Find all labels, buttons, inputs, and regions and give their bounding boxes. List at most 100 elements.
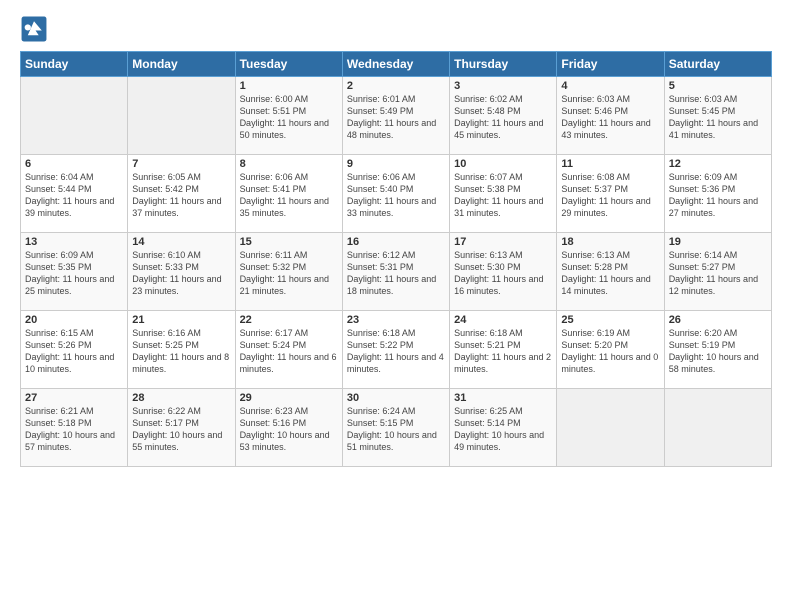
week-row-2: 6Sunrise: 6:04 AM Sunset: 5:44 PM Daylig… <box>21 155 772 233</box>
day-number: 14 <box>132 236 230 248</box>
day-number: 4 <box>561 80 659 92</box>
day-number: 2 <box>347 80 445 92</box>
weekday-header-sunday: Sunday <box>21 52 128 77</box>
day-info: Sunrise: 6:02 AM Sunset: 5:48 PM Dayligh… <box>454 93 552 142</box>
calendar-cell: 1Sunrise: 6:00 AM Sunset: 5:51 PM Daylig… <box>235 77 342 155</box>
calendar-cell: 9Sunrise: 6:06 AM Sunset: 5:40 PM Daylig… <box>342 155 449 233</box>
day-info: Sunrise: 6:12 AM Sunset: 5:31 PM Dayligh… <box>347 249 445 298</box>
day-info: Sunrise: 6:07 AM Sunset: 5:38 PM Dayligh… <box>454 171 552 220</box>
weekday-header-wednesday: Wednesday <box>342 52 449 77</box>
day-info: Sunrise: 6:18 AM Sunset: 5:21 PM Dayligh… <box>454 327 552 376</box>
day-number: 27 <box>25 392 123 404</box>
calendar-cell: 23Sunrise: 6:18 AM Sunset: 5:22 PM Dayli… <box>342 311 449 389</box>
day-number: 7 <box>132 158 230 170</box>
weekday-header-row: SundayMondayTuesdayWednesdayThursdayFrid… <box>21 52 772 77</box>
day-number: 3 <box>454 80 552 92</box>
day-info: Sunrise: 6:22 AM Sunset: 5:17 PM Dayligh… <box>132 405 230 454</box>
day-info: Sunrise: 6:13 AM Sunset: 5:28 PM Dayligh… <box>561 249 659 298</box>
calendar-cell: 17Sunrise: 6:13 AM Sunset: 5:30 PM Dayli… <box>450 233 557 311</box>
week-row-5: 27Sunrise: 6:21 AM Sunset: 5:18 PM Dayli… <box>21 389 772 467</box>
day-info: Sunrise: 6:24 AM Sunset: 5:15 PM Dayligh… <box>347 405 445 454</box>
day-info: Sunrise: 6:16 AM Sunset: 5:25 PM Dayligh… <box>132 327 230 376</box>
day-number: 16 <box>347 236 445 248</box>
day-number: 24 <box>454 314 552 326</box>
calendar-cell: 21Sunrise: 6:16 AM Sunset: 5:25 PM Dayli… <box>128 311 235 389</box>
day-number: 25 <box>561 314 659 326</box>
calendar-cell: 19Sunrise: 6:14 AM Sunset: 5:27 PM Dayli… <box>664 233 771 311</box>
calendar-cell: 8Sunrise: 6:06 AM Sunset: 5:41 PM Daylig… <box>235 155 342 233</box>
day-number: 17 <box>454 236 552 248</box>
header <box>20 15 772 43</box>
day-number: 19 <box>669 236 767 248</box>
calendar-cell: 12Sunrise: 6:09 AM Sunset: 5:36 PM Dayli… <box>664 155 771 233</box>
day-info: Sunrise: 6:15 AM Sunset: 5:26 PM Dayligh… <box>25 327 123 376</box>
day-number: 23 <box>347 314 445 326</box>
calendar-cell: 25Sunrise: 6:19 AM Sunset: 5:20 PM Dayli… <box>557 311 664 389</box>
day-info: Sunrise: 6:17 AM Sunset: 5:24 PM Dayligh… <box>240 327 338 376</box>
day-info: Sunrise: 6:25 AM Sunset: 5:14 PM Dayligh… <box>454 405 552 454</box>
day-number: 1 <box>240 80 338 92</box>
day-number: 28 <box>132 392 230 404</box>
calendar-cell: 7Sunrise: 6:05 AM Sunset: 5:42 PM Daylig… <box>128 155 235 233</box>
day-info: Sunrise: 6:04 AM Sunset: 5:44 PM Dayligh… <box>25 171 123 220</box>
calendar-cell: 20Sunrise: 6:15 AM Sunset: 5:26 PM Dayli… <box>21 311 128 389</box>
calendar-cell: 13Sunrise: 6:09 AM Sunset: 5:35 PM Dayli… <box>21 233 128 311</box>
day-number: 18 <box>561 236 659 248</box>
day-info: Sunrise: 6:14 AM Sunset: 5:27 PM Dayligh… <box>669 249 767 298</box>
day-number: 11 <box>561 158 659 170</box>
day-number: 12 <box>669 158 767 170</box>
day-info: Sunrise: 6:09 AM Sunset: 5:35 PM Dayligh… <box>25 249 123 298</box>
day-info: Sunrise: 6:21 AM Sunset: 5:18 PM Dayligh… <box>25 405 123 454</box>
calendar-cell: 27Sunrise: 6:21 AM Sunset: 5:18 PM Dayli… <box>21 389 128 467</box>
day-info: Sunrise: 6:11 AM Sunset: 5:32 PM Dayligh… <box>240 249 338 298</box>
day-info: Sunrise: 6:00 AM Sunset: 5:51 PM Dayligh… <box>240 93 338 142</box>
day-number: 31 <box>454 392 552 404</box>
day-number: 13 <box>25 236 123 248</box>
calendar-cell <box>21 77 128 155</box>
weekday-header-tuesday: Tuesday <box>235 52 342 77</box>
day-number: 29 <box>240 392 338 404</box>
day-number: 26 <box>669 314 767 326</box>
calendar-cell: 4Sunrise: 6:03 AM Sunset: 5:46 PM Daylig… <box>557 77 664 155</box>
calendar-cell <box>128 77 235 155</box>
day-number: 22 <box>240 314 338 326</box>
calendar-cell: 18Sunrise: 6:13 AM Sunset: 5:28 PM Dayli… <box>557 233 664 311</box>
weekday-header-friday: Friday <box>557 52 664 77</box>
day-info: Sunrise: 6:18 AM Sunset: 5:22 PM Dayligh… <box>347 327 445 376</box>
calendar-cell: 31Sunrise: 6:25 AM Sunset: 5:14 PM Dayli… <box>450 389 557 467</box>
day-number: 30 <box>347 392 445 404</box>
calendar-cell: 5Sunrise: 6:03 AM Sunset: 5:45 PM Daylig… <box>664 77 771 155</box>
day-info: Sunrise: 6:03 AM Sunset: 5:45 PM Dayligh… <box>669 93 767 142</box>
week-row-1: 1Sunrise: 6:00 AM Sunset: 5:51 PM Daylig… <box>21 77 772 155</box>
day-number: 15 <box>240 236 338 248</box>
day-number: 20 <box>25 314 123 326</box>
calendar-cell: 11Sunrise: 6:08 AM Sunset: 5:37 PM Dayli… <box>557 155 664 233</box>
calendar-cell: 26Sunrise: 6:20 AM Sunset: 5:19 PM Dayli… <box>664 311 771 389</box>
day-info: Sunrise: 6:20 AM Sunset: 5:19 PM Dayligh… <box>669 327 767 376</box>
day-info: Sunrise: 6:09 AM Sunset: 5:36 PM Dayligh… <box>669 171 767 220</box>
day-info: Sunrise: 6:23 AM Sunset: 5:16 PM Dayligh… <box>240 405 338 454</box>
week-row-4: 20Sunrise: 6:15 AM Sunset: 5:26 PM Dayli… <box>21 311 772 389</box>
calendar-cell: 15Sunrise: 6:11 AM Sunset: 5:32 PM Dayli… <box>235 233 342 311</box>
day-number: 21 <box>132 314 230 326</box>
day-info: Sunrise: 6:05 AM Sunset: 5:42 PM Dayligh… <box>132 171 230 220</box>
calendar-table: SundayMondayTuesdayWednesdayThursdayFrid… <box>20 51 772 467</box>
day-info: Sunrise: 6:10 AM Sunset: 5:33 PM Dayligh… <box>132 249 230 298</box>
calendar-cell: 6Sunrise: 6:04 AM Sunset: 5:44 PM Daylig… <box>21 155 128 233</box>
calendar-cell: 24Sunrise: 6:18 AM Sunset: 5:21 PM Dayli… <box>450 311 557 389</box>
calendar-cell <box>664 389 771 467</box>
calendar-cell: 16Sunrise: 6:12 AM Sunset: 5:31 PM Dayli… <box>342 233 449 311</box>
calendar-cell: 30Sunrise: 6:24 AM Sunset: 5:15 PM Dayli… <box>342 389 449 467</box>
calendar-cell: 22Sunrise: 6:17 AM Sunset: 5:24 PM Dayli… <box>235 311 342 389</box>
logo-icon <box>20 15 48 43</box>
calendar-cell: 29Sunrise: 6:23 AM Sunset: 5:16 PM Dayli… <box>235 389 342 467</box>
calendar-cell: 2Sunrise: 6:01 AM Sunset: 5:49 PM Daylig… <box>342 77 449 155</box>
day-info: Sunrise: 6:03 AM Sunset: 5:46 PM Dayligh… <box>561 93 659 142</box>
weekday-header-thursday: Thursday <box>450 52 557 77</box>
day-info: Sunrise: 6:19 AM Sunset: 5:20 PM Dayligh… <box>561 327 659 376</box>
day-number: 10 <box>454 158 552 170</box>
day-info: Sunrise: 6:13 AM Sunset: 5:30 PM Dayligh… <box>454 249 552 298</box>
calendar-cell: 28Sunrise: 6:22 AM Sunset: 5:17 PM Dayli… <box>128 389 235 467</box>
calendar-container: SundayMondayTuesdayWednesdayThursdayFrid… <box>0 0 792 477</box>
logo <box>20 15 52 43</box>
